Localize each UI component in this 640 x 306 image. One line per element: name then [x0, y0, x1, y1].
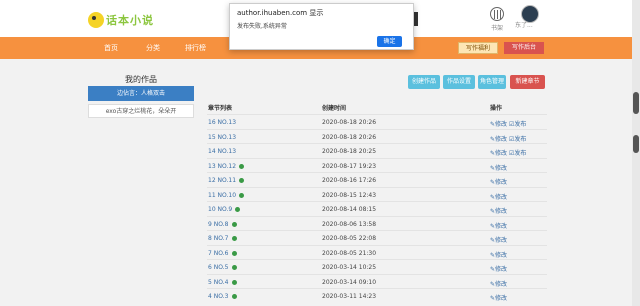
- role-manage-button[interactable]: 角色管理: [478, 75, 506, 89]
- chapter-operations[interactable]: ✎修改 ☑发布: [490, 119, 526, 128]
- published-check-icon: [238, 192, 244, 198]
- table-row: 9 NO.8 2020-08-06 13:58 ✎修改: [207, 215, 547, 231]
- page-scrollbar[interactable]: [632, 0, 640, 306]
- chapter-operations[interactable]: ✎修改: [490, 192, 507, 201]
- site-logo[interactable]: 话本小说: [88, 10, 158, 30]
- alert-dialog: author.ihuaben.com 显示 发布失败,系统异常 确定: [229, 3, 414, 50]
- published-check-icon: [231, 294, 237, 299]
- logo-text: 话本小说: [106, 14, 154, 27]
- table-row: 4 NO.3 2020-03-11 14:23 ✎修改: [207, 288, 547, 303]
- chapter-operations[interactable]: ✎修改: [490, 235, 507, 244]
- chapter-operations[interactable]: ✎修改: [490, 206, 507, 215]
- chapter-title-link[interactable]: 4 NO.3: [208, 293, 228, 300]
- nav-category[interactable]: 分类: [146, 43, 160, 53]
- chapter-title-link[interactable]: 16 NO.13: [208, 119, 236, 126]
- chapter-title-link[interactable]: 15 NO.13: [208, 134, 236, 141]
- published-check-icon: [238, 178, 244, 183]
- dialog-ok-button[interactable]: 确定: [377, 36, 402, 47]
- chapter-created-time: 2020-08-16 17:26: [322, 177, 377, 184]
- table-row: 6 NO.5 2020-03-14 10:25 ✎修改: [207, 259, 547, 274]
- header-operations: 操作: [490, 105, 503, 112]
- chapter-created-time: 2020-08-17 19:23: [322, 162, 377, 170]
- bookshelf-label: 书架: [490, 25, 503, 32]
- chapter-title-link[interactable]: 10 NO.9: [208, 206, 232, 213]
- table-row: 8 NO.7 2020-08-05 22:08 ✎修改: [207, 230, 547, 245]
- dialog-title: author.ihuaben.com 显示: [237, 9, 324, 17]
- table-row: 5 NO.4 2020-03-14 09:10 ✎修改: [207, 273, 547, 289]
- user-name[interactable]: 东了...: [515, 20, 533, 29]
- header-chapter-list: 章节列表: [208, 105, 233, 112]
- chapter-created-time: 2020-08-18 20:26: [322, 119, 377, 126]
- chapter-title-link[interactable]: 14 NO.13: [208, 148, 236, 155]
- chapter-table-header: 章节列表 创建时间 操作: [207, 103, 547, 113]
- dialog-message: 发布失败,系统异常: [237, 23, 287, 30]
- new-chapter-button[interactable]: 新建章节: [510, 75, 545, 89]
- chapter-title-link[interactable]: 13 NO.12: [208, 163, 236, 170]
- chapter-created-time: 2020-08-05 22:08: [322, 235, 377, 242]
- scrollbar-marker[interactable]: [633, 135, 639, 153]
- table-row: 15 NO.13 2020-08-18 20:26 ✎修改 ☑发布: [207, 128, 547, 144]
- chapter-title-link[interactable]: 7 NO.6: [208, 250, 228, 257]
- bookshelf-link[interactable]: 书架: [489, 7, 505, 33]
- published-check-icon: [231, 236, 237, 241]
- my-works-title: 我的作品: [125, 75, 157, 84]
- published-check-icon: [238, 163, 244, 169]
- chapter-created-time: 2020-08-18 20:26: [322, 133, 377, 141]
- bookshelf-icon: [490, 7, 504, 21]
- sidebar-active-work[interactable]: 边佔言：人格双击: [88, 86, 194, 101]
- published-check-icon: [231, 279, 237, 285]
- chapter-operations[interactable]: ✎修改 ☑发布: [490, 134, 526, 143]
- nav-home[interactable]: 首页: [104, 43, 118, 53]
- write-welfare-button[interactable]: 写作福利: [458, 42, 498, 54]
- published-check-icon: [235, 207, 241, 212]
- chapter-operations[interactable]: ✎修改 ☑发布: [490, 148, 526, 157]
- table-row: 11 NO.10 2020-08-15 12:43 ✎修改: [207, 186, 547, 202]
- chapter-created-time: 2020-03-14 09:10: [322, 278, 377, 286]
- published-check-icon: [231, 265, 237, 270]
- chapter-title-link[interactable]: 12 NO.11: [208, 177, 236, 184]
- chapter-created-time: 2020-03-14 10:25: [322, 264, 377, 271]
- table-row: 10 NO.9 2020-08-14 08:15 ✎修改: [207, 201, 547, 216]
- create-work-button[interactable]: 创建作品: [408, 75, 440, 89]
- table-row: 16 NO.13 2020-08-18 20:26 ✎修改 ☑发布: [207, 114, 547, 129]
- chapter-created-time: 2020-08-06 13:58: [322, 220, 377, 228]
- chapter-operations[interactable]: ✎修改: [490, 264, 507, 273]
- writing-admin-button[interactable]: 写作后台: [504, 42, 544, 54]
- chapter-title-link[interactable]: 5 NO.4: [208, 279, 228, 286]
- chapter-operations[interactable]: ✎修改: [490, 163, 507, 172]
- table-row: 13 NO.12 2020-08-17 19:23 ✎修改: [207, 157, 547, 173]
- table-row: 7 NO.6 2020-08-05 21:30 ✎修改: [207, 244, 547, 260]
- chapter-created-time: 2020-03-11 14:23: [322, 293, 377, 300]
- chapter-created-time: 2020-08-18 20:25: [322, 148, 377, 155]
- chapter-created-time: 2020-08-15 12:43: [322, 191, 377, 199]
- chapter-title-link[interactable]: 11 NO.10: [208, 192, 236, 199]
- chapter-title-link[interactable]: 8 NO.7: [208, 235, 228, 242]
- chapter-operations[interactable]: ✎修改: [490, 221, 507, 230]
- work-settings-button[interactable]: 作品设置: [443, 75, 475, 89]
- published-check-icon: [231, 221, 237, 227]
- chapter-created-time: 2020-08-14 08:15: [322, 206, 377, 213]
- bird-logo-icon: [88, 12, 104, 28]
- chapter-created-time: 2020-08-05 21:30: [322, 249, 377, 257]
- chapter-operations[interactable]: ✎修改: [490, 293, 507, 302]
- sidebar-work-item[interactable]: exo古穿之烂桃花，朵朵开: [88, 104, 194, 118]
- scrollbar-thumb[interactable]: [633, 92, 639, 114]
- nav-ranking[interactable]: 排行榜: [185, 43, 206, 53]
- table-row: 12 NO.11 2020-08-16 17:26 ✎修改: [207, 172, 547, 187]
- chapter-title-link[interactable]: 6 NO.5: [208, 264, 228, 271]
- header-created-time: 创建时间: [322, 105, 347, 112]
- chapter-title-link[interactable]: 9 NO.8: [208, 221, 228, 228]
- chapter-operations[interactable]: ✎修改: [490, 177, 507, 186]
- published-check-icon: [231, 250, 237, 256]
- table-row: 14 NO.13 2020-08-18 20:25 ✎修改 ☑发布: [207, 143, 547, 158]
- chapter-operations[interactable]: ✎修改: [490, 279, 507, 288]
- chapter-operations[interactable]: ✎修改: [490, 250, 507, 259]
